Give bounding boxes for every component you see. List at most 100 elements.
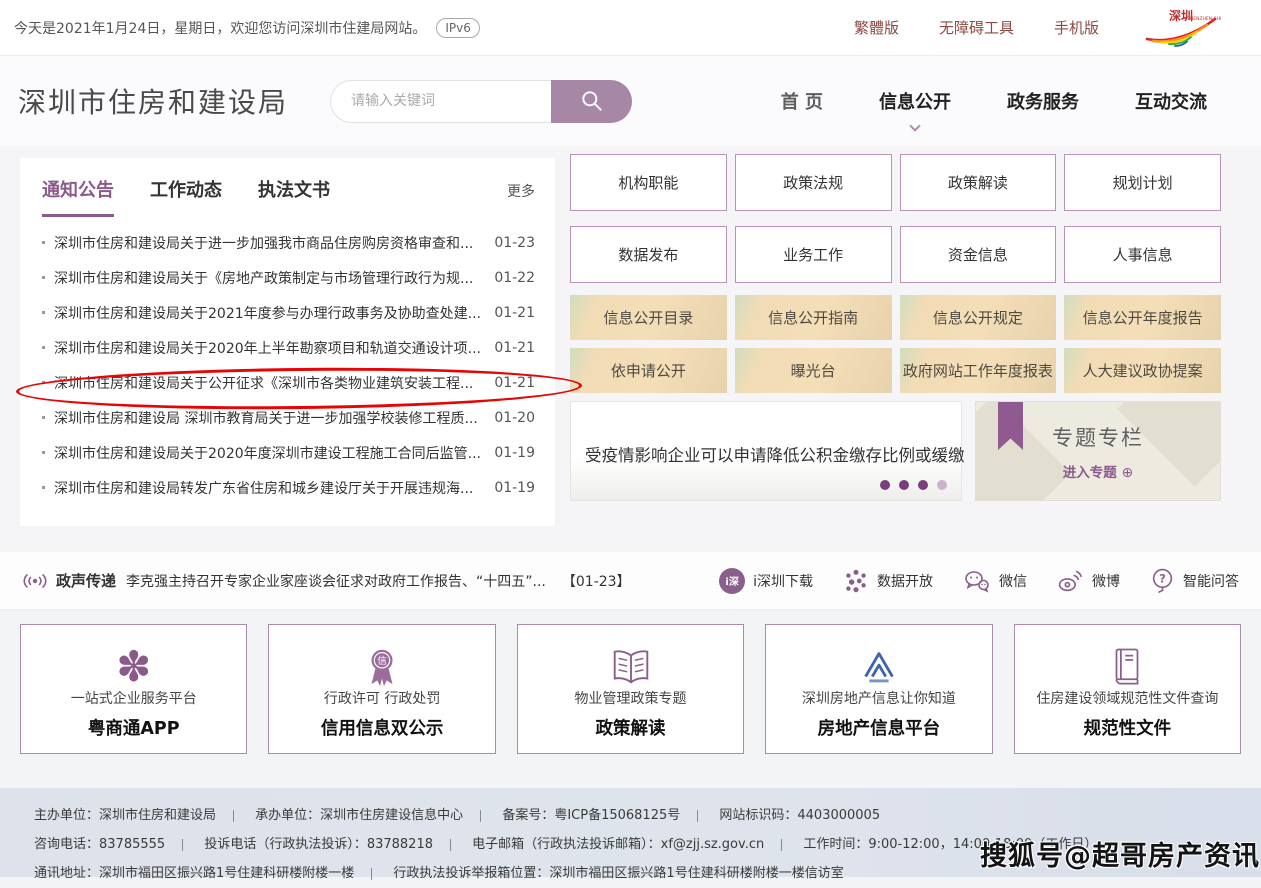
card-credit-info[interactable]: 信 行政许可 行政处罚 信用信息双公示 <box>268 624 495 754</box>
main-nav: 首 页 信息公开 政务服务 互动交流 <box>781 88 1207 114</box>
broadcast-icon <box>22 570 48 592</box>
card-normative-documents[interactable]: 住房建设领域规范性文件查询 规范性文件 <box>1014 624 1241 754</box>
carousel-dot[interactable] <box>880 480 890 490</box>
divider <box>371 868 372 880</box>
nav-info-disclosure[interactable]: 信息公开 <box>879 88 951 114</box>
svg-text:信: 信 <box>377 655 387 667</box>
special-column-card[interactable]: 专题专栏 进入专题 ⊕ <box>975 401 1221 501</box>
footer: 主办单位：深圳市住房和建设局 承办单位：深圳市住房建设信息中心 备案号：粤ICP… <box>0 788 1261 877</box>
data-open-icon <box>843 568 869 594</box>
carousel-dot[interactable] <box>937 480 947 490</box>
traditional-chinese-link[interactable]: 繁體版 <box>854 17 899 38</box>
search-input[interactable] <box>330 80 551 123</box>
footer-site-id: 网站标识码：4403000005 <box>719 808 880 823</box>
carousel-dot[interactable] <box>918 480 928 490</box>
open-book-icon <box>608 641 654 693</box>
news-item[interactable]: 深圳市住房和建设局关于《房地产政策制定与市场管理行政行为规... 01-22 <box>42 260 535 295</box>
quick-link-on-request-disclosure[interactable]: 依申请公开 <box>570 348 727 393</box>
quick-link-info-catalog[interactable]: 信息公开目录 <box>570 295 727 340</box>
news-item[interactable]: 深圳市住房和建设局关于2020年度深圳市建设工程施工合同后监管... 01-19 <box>42 435 535 470</box>
main-content: 通知公告 工作动态 执法文书 更多 深圳市住房和建设局关于进一步加强我市商品住房… <box>0 146 1261 552</box>
tab-enforcement-docs[interactable]: 执法文书 <box>258 176 330 214</box>
nav-interaction[interactable]: 互动交流 <box>1135 88 1207 114</box>
tab-work-updates[interactable]: 工作动态 <box>150 176 222 214</box>
quick-link-info-guide[interactable]: 信息公开指南 <box>735 295 892 340</box>
enter-special-link[interactable]: 进入专题 ⊕ <box>976 461 1220 481</box>
search-box <box>330 80 632 123</box>
carousel-dot[interactable] <box>899 480 909 490</box>
quick-link-website-annual-report[interactable]: 政府网站工作年度报表 <box>900 348 1057 393</box>
quick-link-exposure-platform[interactable]: 曝光台 <box>735 348 892 393</box>
ticker-headline[interactable]: 李克强主持召开专家企业家座谈会征求对政府工作报告、“十四五”... <box>126 571 546 591</box>
data-open-link[interactable]: 数据开放 <box>843 568 933 594</box>
carousel-banner[interactable]: 受疫情影响企业可以申请降低公积金缴存比例或缓缴 <box>570 401 962 501</box>
medal-icon: 信 <box>359 641 405 693</box>
svg-text:?: ? <box>1159 572 1166 586</box>
chevron-down-icon <box>909 120 920 131</box>
news-item[interactable]: 深圳市住房和建设局关于2021年度参与办理行政事务及协助查处建... 01-21 <box>42 295 535 330</box>
ticker-date: 【01-23】 <box>562 571 631 591</box>
footer-complaint-box-location: 行政执法投诉举报箱位置：深圳市福田区振兴路1号住建科研楼附楼一楼信访室 <box>393 866 843 881</box>
quick-link-npc-cppcc-proposals[interactable]: 人大建议政协提案 <box>1064 348 1221 393</box>
divider <box>697 810 698 822</box>
shenzhen-city-logo[interactable]: 深圳 SHENZHEN·CHINA <box>1139 7 1221 49</box>
site-header: 深圳市住房和建设局 首 页 信息公开 政务服务 互动交流 <box>0 56 1261 146</box>
footer-consult-phone: 咨询电话：83785555 <box>34 837 165 852</box>
bullet-icon <box>42 241 45 244</box>
divider <box>182 839 183 851</box>
news-ticker-strip: 政声传递 李克强主持召开专家企业家座谈会征求对政府工作报告、“十四五”... 【… <box>0 552 1261 610</box>
wechat-link[interactable]: 微信 <box>963 568 1027 593</box>
news-item[interactable]: 深圳市住房和建设局转发广东省住房和城乡建设厅关于开展违规海... 01-19 <box>42 470 535 505</box>
quick-link-annual-report[interactable]: 信息公开年度报告 <box>1064 295 1221 340</box>
more-link[interactable]: 更多 <box>507 181 535 201</box>
quick-link-funds-info[interactable]: 资金信息 <box>900 226 1057 283</box>
bullet-icon <box>42 276 45 279</box>
mountain-logo-icon <box>856 641 902 693</box>
carousel-dots <box>880 480 947 490</box>
bullet-icon <box>42 486 45 489</box>
footer-host-unit: 主办单位：深圳市住房和建设局 <box>34 808 216 823</box>
wechat-icon <box>963 568 991 593</box>
accessibility-tools-link[interactable]: 无障碍工具 <box>939 17 1014 38</box>
search-button[interactable] <box>551 80 632 123</box>
footer-complaint-phone: 投诉电话（行政执法投诉）：83788218 <box>204 837 433 852</box>
quick-link-info-rules[interactable]: 信息公开规定 <box>900 295 1057 340</box>
mobile-version-link[interactable]: 手机版 <box>1054 17 1099 38</box>
divider <box>480 810 481 822</box>
weibo-icon <box>1057 568 1084 593</box>
plus-circle-icon: ⊕ <box>1121 465 1133 481</box>
quick-link-personnel-info[interactable]: 人事信息 <box>1064 226 1221 283</box>
ipv6-badge[interactable]: IPv6 <box>436 18 480 38</box>
nav-home[interactable]: 首 页 <box>781 88 823 114</box>
card-real-estate-platform[interactable]: 深圳房地产信息让你知道 房地产信息平台 <box>765 624 992 754</box>
quick-link-business-work[interactable]: 业务工作 <box>735 226 892 283</box>
news-list: 深圳市住房和建设局关于进一步加强我市商品住房购房资格审查和... 01-23 深… <box>42 225 535 505</box>
weibo-link[interactable]: 微博 <box>1057 568 1120 593</box>
quick-link-policies[interactable]: 政策法规 <box>735 154 892 211</box>
nav-gov-services[interactable]: 政务服务 <box>1007 88 1079 114</box>
divider <box>233 810 234 822</box>
quick-link-policy-interpretation[interactable]: 政策解读 <box>900 154 1057 211</box>
news-item[interactable]: 深圳市住房和建设局关于公开征求《深圳市各类物业建筑安装工程... 01-21 <box>42 365 535 400</box>
service-cards: ✽ 一站式企业服务平台 粤商通APP 信 行政许可 行政处罚 信用信息双公示 <box>20 624 1241 754</box>
news-panel: 通知公告 工作动态 执法文书 更多 深圳市住房和建设局关于进一步加强我市商品住房… <box>20 158 555 526</box>
quick-link-org-functions[interactable]: 机构职能 <box>570 154 727 211</box>
news-item[interactable]: 深圳市住房和建设局关于进一步加强我市商品住房购房资格审查和... 01-23 <box>42 225 535 260</box>
quick-link-data-release[interactable]: 数据发布 <box>570 226 727 283</box>
card-policy-interpretation[interactable]: 物业管理政策专题 政策解读 <box>517 624 744 754</box>
search-icon <box>579 88 605 114</box>
top-utility-bar: 今天是2021年1月24日，星期日，欢迎您访问深圳市住建局网站。 IPv6 繁體… <box>0 0 1261 56</box>
quick-link-planning[interactable]: 规划计划 <box>1064 154 1221 211</box>
ishenzhen-download-link[interactable]: i深 i深圳下载 <box>719 568 813 594</box>
tab-notices[interactable]: 通知公告 <box>42 176 114 217</box>
card-yueshangtong-app[interactable]: ✽ 一站式企业服务平台 粤商通APP <box>20 624 247 754</box>
qa-icon: ? <box>1150 567 1175 594</box>
quick-links-panel: 机构职能 政策法规 政策解读 规划计划 数据发布 业务工作 资金信息 人事信息 … <box>570 154 1221 501</box>
smart-qa-link[interactable]: ? 智能问答 <box>1150 567 1239 594</box>
divider <box>781 839 782 851</box>
news-item[interactable]: 深圳市住房和建设局 深圳市教育局关于进一步加强学校装修工程质... 01-20 <box>42 400 535 435</box>
bullet-icon <box>42 416 45 419</box>
footer-icp-number: 备案号：粤ICP备15068125号 <box>502 808 680 823</box>
bullet-icon <box>42 346 45 349</box>
news-item[interactable]: 深圳市住房和建设局关于2020年上半年勘察项目和轨道交通设计项... 01-21 <box>42 330 535 365</box>
